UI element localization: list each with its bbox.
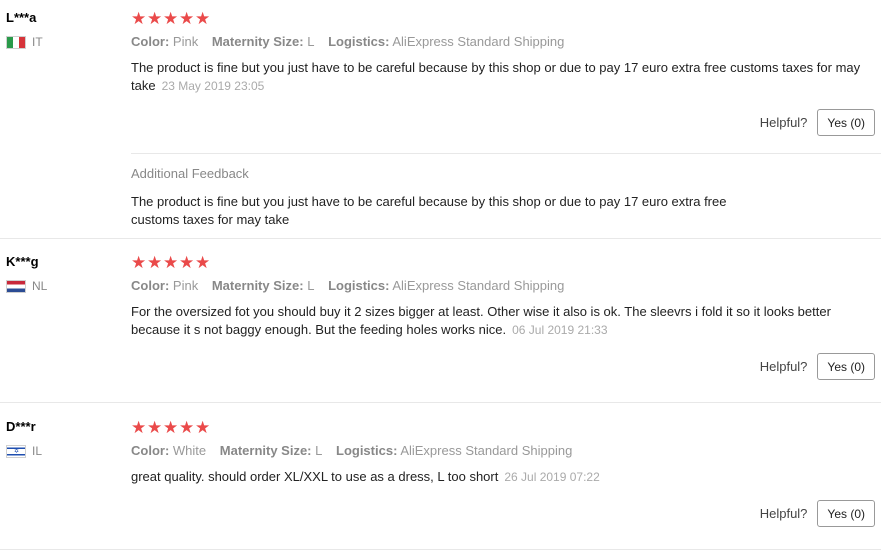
star-icon: ★ bbox=[131, 418, 147, 437]
netherlands-flag-icon bbox=[6, 279, 26, 293]
star-icon: ★ bbox=[195, 9, 211, 28]
review-text: The product is fine but you just have to… bbox=[131, 59, 861, 95]
additional-feedback-title: Additional Feedback bbox=[131, 166, 249, 181]
size-label: Maternity Size: bbox=[211, 278, 304, 293]
country-code: NL bbox=[32, 279, 48, 293]
review-text: For the oversized fot you should buy it … bbox=[131, 303, 861, 339]
star-icon: ★ bbox=[147, 418, 163, 437]
review-date: 06 Jul 2019 21:33 bbox=[512, 323, 608, 337]
order-attributes: Color: Pink Maternity Size: L Logistics:… bbox=[131, 278, 881, 294]
additional-feedback-text: The product is fine but you just have to… bbox=[131, 194, 727, 227]
star-icon: ★ bbox=[195, 253, 211, 272]
color-label: Color: bbox=[131, 278, 170, 293]
logistics-label: Logistics: bbox=[328, 34, 390, 49]
helpful-section: Helpful? Yes (0) bbox=[760, 500, 875, 527]
star-rating: ★★★★★ bbox=[131, 419, 881, 437]
star-icon: ★ bbox=[147, 253, 163, 272]
review-content: ★★★★★ Color: Pink Maternity Size: L Logi… bbox=[131, 254, 881, 339]
reviewer-info: D***r ✡ IL bbox=[6, 419, 116, 458]
review-divider bbox=[0, 549, 881, 550]
helpful-yes-button[interactable]: Yes (0) bbox=[817, 353, 875, 380]
helpful-section: Helpful? Yes (0) bbox=[760, 109, 875, 136]
logistics-value: AliExpress Standard Shipping bbox=[400, 443, 573, 458]
review-date: 23 May 2019 23:05 bbox=[161, 79, 265, 93]
review-date: 26 Jul 2019 07:22 bbox=[504, 470, 600, 484]
review-content: ★★★★★ Color: Pink Maternity Size: L Logi… bbox=[131, 10, 881, 95]
additional-feedback: Additional Feedback The product is fine … bbox=[131, 166, 771, 229]
israel-flag-icon: ✡ bbox=[6, 444, 26, 458]
size-label: Maternity Size: bbox=[219, 443, 312, 458]
color-value: Pink bbox=[172, 278, 199, 293]
star-icon: ★ bbox=[131, 9, 147, 28]
reviewer-info: K***g NL bbox=[6, 254, 116, 293]
star-icon: ★ bbox=[195, 418, 211, 437]
reviewer-name: L***a bbox=[6, 10, 37, 25]
logistics-label: Logistics: bbox=[328, 278, 390, 293]
reviewer-country: IT bbox=[6, 35, 116, 49]
review-text: great quality. should order XL/XXL to us… bbox=[131, 468, 861, 486]
star-icon: ★ bbox=[179, 9, 195, 28]
star-icon: ★ bbox=[131, 253, 147, 272]
helpful-yes-button[interactable]: Yes (0) bbox=[817, 500, 875, 527]
reviewer-country: NL bbox=[6, 279, 116, 293]
review-item: D***r ✡ IL ★★★★★ Color: White Maternity … bbox=[0, 419, 881, 553]
country-code: IL bbox=[32, 444, 43, 458]
reviewer-info: L***a IT bbox=[6, 10, 116, 49]
helpful-label: Helpful? bbox=[759, 506, 808, 521]
star-rating: ★★★★★ bbox=[131, 10, 881, 28]
helpful-section: Helpful? Yes (0) bbox=[760, 353, 875, 380]
size-value: L bbox=[307, 34, 315, 49]
review-item: L***a IT ★★★★★ Color: Pink Maternity Siz… bbox=[0, 10, 881, 240]
order-attributes: Color: Pink Maternity Size: L Logistics:… bbox=[131, 34, 881, 50]
logistics-value: AliExpress Standard Shipping bbox=[392, 278, 565, 293]
order-attributes: Color: White Maternity Size: L Logistics… bbox=[131, 443, 881, 459]
logistics-value: AliExpress Standard Shipping bbox=[392, 34, 565, 49]
star-icon: ★ bbox=[163, 253, 179, 272]
color-value: Pink bbox=[172, 34, 199, 49]
star-icon: ★ bbox=[147, 9, 163, 28]
helpful-label: Helpful? bbox=[759, 115, 808, 130]
helpful-label: Helpful? bbox=[759, 359, 808, 374]
divider bbox=[131, 153, 881, 154]
color-label: Color: bbox=[131, 443, 170, 458]
review-body: great quality. should order XL/XXL to us… bbox=[131, 469, 499, 484]
size-value: L bbox=[315, 443, 323, 458]
size-label: Maternity Size: bbox=[211, 34, 304, 49]
star-icon: ★ bbox=[163, 418, 179, 437]
reviewer-name: D***r bbox=[6, 419, 36, 434]
color-value: White bbox=[172, 443, 207, 458]
country-code: IT bbox=[32, 35, 43, 49]
italy-flag-icon bbox=[6, 35, 26, 49]
color-label: Color: bbox=[131, 34, 170, 49]
review-divider bbox=[0, 402, 881, 403]
review-divider bbox=[0, 238, 881, 239]
helpful-yes-button[interactable]: Yes (0) bbox=[817, 109, 875, 136]
size-value: L bbox=[307, 278, 315, 293]
review-item: K***g NL ★★★★★ Color: Pink Maternity Siz… bbox=[0, 254, 881, 402]
review-body: For the oversized fot you should buy it … bbox=[131, 304, 831, 337]
star-icon: ★ bbox=[179, 253, 195, 272]
reviewer-country: ✡ IL bbox=[6, 444, 116, 458]
star-icon: ★ bbox=[163, 9, 179, 28]
star-rating: ★★★★★ bbox=[131, 254, 881, 272]
logistics-label: Logistics: bbox=[336, 443, 398, 458]
reviewer-name: K***g bbox=[6, 254, 39, 269]
review-content: ★★★★★ Color: White Maternity Size: L Log… bbox=[131, 419, 881, 486]
star-icon: ★ bbox=[179, 418, 195, 437]
